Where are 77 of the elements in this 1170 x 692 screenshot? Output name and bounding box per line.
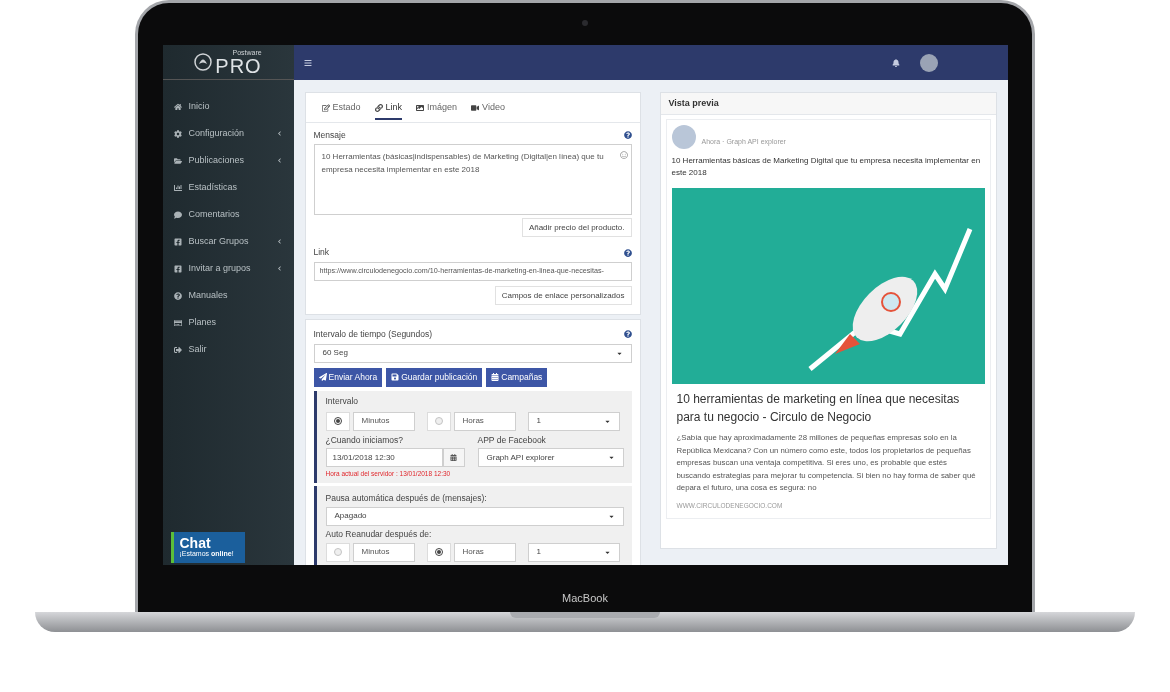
- radio-button[interactable]: [434, 548, 443, 556]
- tab[interactable]: Imágen: [416, 101, 458, 120]
- unit-field[interactable]: Minutos: [352, 411, 415, 431]
- interval-select[interactable]: 60 Seg: [313, 343, 632, 363]
- field-label: Pausa automática después de (mensajes):: [325, 492, 488, 505]
- link-title: 10 herramientas de marketing en línea que necesitas para tu negocio - Circulo de Negocio: [675, 391, 961, 426]
- count-select[interactable]: 1: [527, 411, 620, 431]
- add-price-button[interactable]: Añadir precio del producto.: [521, 218, 632, 238]
- help-icon[interactable]: [623, 330, 632, 339]
- chevron-icon: [276, 239, 282, 244]
- speech-bubble-icon: [173, 210, 182, 219]
- sidebar-item[interactable]: Invitar a grupos: [162, 255, 294, 282]
- date-field[interactable]: 13/01/2018 12:30: [325, 448, 443, 468]
- calendar-icon: [491, 373, 500, 382]
- sidebar-item[interactable]: Estadísticas: [162, 174, 294, 201]
- action-button[interactable]: Campañas: [486, 367, 548, 387]
- action-button[interactable]: Guardar publicación: [386, 367, 483, 387]
- tab[interactable]: Link: [374, 101, 403, 120]
- sidebar-item[interactable]: Buscar Grupos: [162, 228, 294, 255]
- caret-icon: [607, 454, 615, 462]
- sidebar-item[interactable]: Inicio: [162, 93, 294, 120]
- device-label: MacBook: [562, 590, 608, 606]
- facebook-icon: [173, 264, 182, 273]
- paper-plane-icon: [318, 373, 327, 382]
- sidebar-item[interactable]: Comentarios: [162, 201, 294, 228]
- avatar: [671, 125, 696, 149]
- sidebar-item[interactable]: Publicaciones: [162, 147, 294, 174]
- sidebar-item[interactable]: Planes: [162, 309, 294, 336]
- edit-icon: [321, 103, 330, 112]
- sidebar-item[interactable]: Manuales: [162, 282, 294, 309]
- field-label: Intervalo: [325, 394, 360, 408]
- chevron-icon: [276, 131, 282, 136]
- sidebar-item[interactable]: Salir: [162, 336, 294, 363]
- chevron-icon: [276, 158, 282, 163]
- field-label: Mensaje: [313, 128, 346, 142]
- field-label: Intervalo de tiempo (Segundos): [313, 328, 433, 341]
- menu-icon[interactable]: [303, 58, 312, 67]
- field-label: Auto Reanudar después de:: [325, 527, 433, 541]
- bell-icon[interactable]: [891, 58, 900, 67]
- camera-icon: [582, 20, 588, 26]
- field-label: Link: [313, 246, 330, 259]
- custom-link-fields-button[interactable]: Campos de enlace personalizados: [494, 286, 632, 305]
- chevron-icon: [276, 266, 282, 271]
- calendar-button[interactable]: [442, 448, 465, 468]
- radio-button[interactable]: [333, 417, 342, 425]
- sidebar-item[interactable]: Configuración: [162, 120, 294, 147]
- folder-icon: [173, 156, 182, 165]
- link-icon: [374, 103, 383, 112]
- pause-select[interactable]: Apagado: [325, 506, 624, 526]
- unit-field[interactable]: Horas: [453, 411, 516, 431]
- chat-title: Chat: [179, 536, 211, 551]
- action-button[interactable]: Enviar Ahora: [313, 367, 383, 387]
- logo-title: PRO: [215, 55, 262, 76]
- bar-chart-icon: [173, 183, 182, 192]
- video-camera-icon: [471, 103, 480, 112]
- image-icon: [416, 103, 425, 112]
- app-select[interactable]: Graph API explorer: [477, 448, 624, 468]
- message-field[interactable]: 10 Herramientas (básicas|indispensables) de Marketing (Digital|en línea) que tu empresa necesita implementar en este 2018: [313, 144, 632, 216]
- home-icon: [173, 102, 182, 111]
- unit-field[interactable]: Horas: [453, 542, 516, 562]
- field-label: APP de Facebook: [477, 433, 547, 447]
- unit-field[interactable]: Minutos: [352, 542, 415, 562]
- help-icon: [173, 291, 182, 300]
- card-icon: [173, 318, 182, 327]
- help-icon[interactable]: [623, 130, 632, 139]
- facebook-icon: [173, 237, 182, 246]
- count-select[interactable]: 1: [527, 542, 620, 562]
- panel-title: Vista previa: [668, 96, 719, 110]
- field-label: ¿Cuando iniciamos?: [325, 433, 404, 447]
- sign-out-icon: [173, 345, 182, 354]
- help-icon[interactable]: [623, 248, 632, 257]
- tab[interactable]: Estado: [321, 101, 361, 120]
- tab[interactable]: Video: [471, 101, 505, 120]
- user-avatar[interactable]: [919, 53, 938, 72]
- calendar-icon: [450, 454, 457, 462]
- post-text: 10 Herramientas básicas de Marketing Digital que tu empresa necesita implementar en este 2018: [671, 155, 982, 179]
- gear-icon: [173, 129, 182, 138]
